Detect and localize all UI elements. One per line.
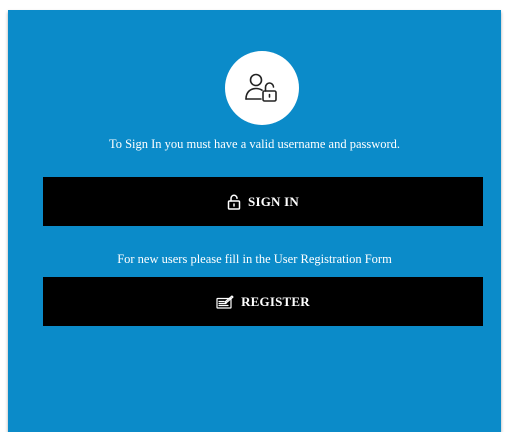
register-hint: For new users please fill in the User Re… <box>117 252 392 266</box>
user-unlock-icon <box>245 73 277 102</box>
register-button-label: REGISTER <box>241 293 310 309</box>
signin-button[interactable]: SIGN IN <box>43 177 483 226</box>
signin-hint: To Sign In you must have a valid usernam… <box>108 137 401 151</box>
unlock-icon <box>227 193 241 210</box>
login-panel: To Sign In you must have a valid usernam… <box>8 10 501 432</box>
avatar <box>225 51 299 125</box>
signin-button-label: SIGN IN <box>248 193 299 209</box>
register-button[interactable]: REGISTER <box>43 277 483 326</box>
form-icon <box>216 294 234 309</box>
